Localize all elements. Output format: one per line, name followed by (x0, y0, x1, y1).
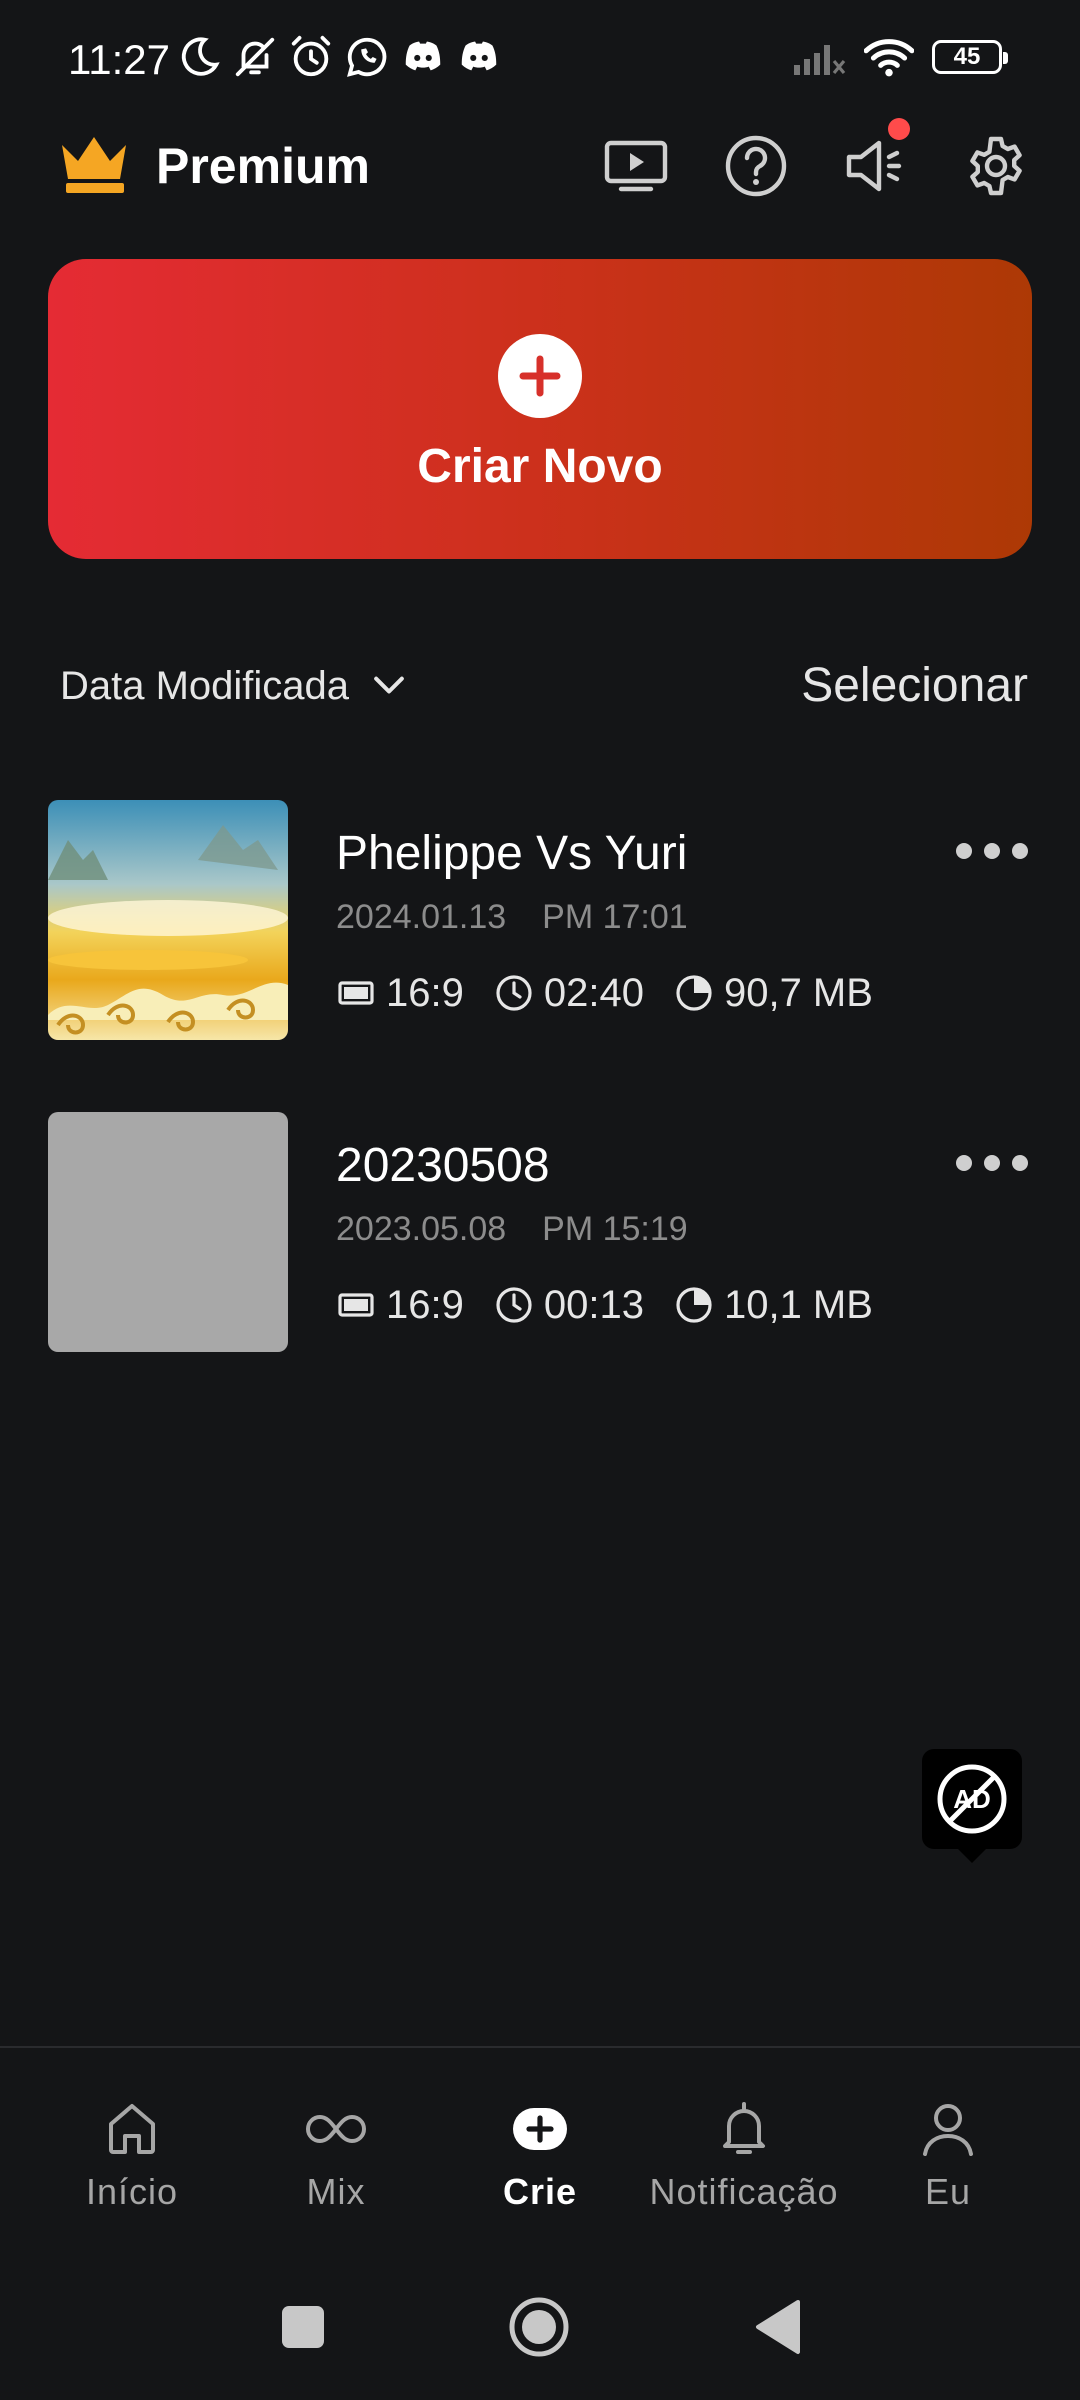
pie-chart-icon (676, 975, 712, 1011)
nav-item-notificacao[interactable]: Notificação (644, 2098, 844, 2214)
duration-value: 02:40 (543, 971, 644, 1015)
more-options-button[interactable] (956, 1148, 1028, 1178)
alarm-icon (291, 35, 331, 77)
project-meta: 16:9 02:40 90,7 MB (336, 968, 903, 1018)
create-new-button[interactable]: Criar Novo (48, 259, 1032, 559)
project-date: 2024.01.13 PM 17:01 (336, 895, 688, 939)
premium-title[interactable]: Premium (156, 136, 370, 196)
project-title: 20230508 (336, 1139, 550, 1192)
aspect-ratio-icon (338, 1293, 374, 1317)
recents-button[interactable] (280, 2304, 326, 2350)
project-date-time: PM 17:01 (542, 898, 688, 936)
nav-label: Eu (924, 2171, 972, 2212)
nav-label: Notificação (649, 2171, 839, 2212)
bell-icon (723, 2102, 765, 2154)
project-thumbnail[interactable] (48, 800, 288, 1040)
project-meta: 16:9 00:13 10,1 MB (336, 1280, 903, 1330)
select-button[interactable]: Selecionar (801, 650, 1028, 722)
announcements-button[interactable] (840, 118, 912, 202)
ad-label: AD (953, 1784, 991, 1814)
bottom-navigation: Início Mix Crie Notificação Eu (0, 2046, 1080, 2228)
project-date-time: PM 15:19 (542, 1210, 688, 1248)
more-dot (1012, 1155, 1028, 1171)
notification-dot (888, 118, 910, 140)
status-time: 11:27 (68, 36, 170, 83)
tutorial-button[interactable] (600, 130, 672, 202)
more-dot (956, 1155, 972, 1171)
no-ads-icon: AD (937, 1764, 1007, 1834)
status-bar: 11:27 45 (0, 0, 1080, 120)
aspect-ratio-icon (338, 981, 374, 1005)
home-icon (109, 2104, 155, 2154)
nav-item-inicio[interactable]: Início (32, 2098, 232, 2214)
bell-off-icon (235, 37, 275, 77)
duration-value: 00:13 (543, 1283, 644, 1327)
duration: 00:13 (494, 1280, 644, 1330)
nav-label: Início (85, 2171, 179, 2212)
aspect-ratio-value: 16:9 (386, 971, 464, 1015)
project-title: Phelippe Vs Yuri (336, 827, 688, 880)
sort-dropdown[interactable]: Data Modificada (60, 650, 411, 722)
person-icon (923, 2104, 973, 2156)
clock-icon (496, 1287, 532, 1323)
help-icon (725, 135, 787, 197)
pie-chart-icon (676, 1287, 712, 1323)
file-size-value: 10,1 MB (723, 1283, 873, 1327)
plus-icon (513, 2108, 567, 2150)
play-screen-icon (604, 140, 668, 192)
project-item[interactable]: 20230508 2023.05.08 PM 15:19 16:9 00:13 1… (0, 1112, 1080, 1352)
home-button[interactable] (508, 2296, 570, 2358)
duration: 02:40 (494, 968, 644, 1018)
signal-icon (794, 45, 846, 75)
aspect-ratio-value: 16:9 (386, 1283, 464, 1327)
clock-icon (496, 975, 532, 1011)
file-size-value: 90,7 MB (723, 971, 873, 1015)
settings-button[interactable] (960, 130, 1032, 202)
status-notification-icons (176, 34, 502, 80)
aspect-ratio: 16:9 (336, 1280, 464, 1330)
project-item[interactable]: Phelippe Vs Yuri 2024.01.13 PM 17:01 16:9… (0, 800, 1080, 1040)
sort-label: Data Modificada (60, 664, 350, 708)
more-options-button[interactable] (956, 836, 1028, 866)
aspect-ratio: 16:9 (336, 968, 464, 1018)
nav-label: Crie (502, 2171, 578, 2212)
crown-icon (62, 137, 126, 193)
battery-icon: 45 (932, 40, 1008, 74)
moon-icon (181, 37, 220, 76)
system-navigation-bar (0, 2226, 1080, 2400)
project-date: 2023.05.08 PM 15:19 (336, 1207, 688, 1251)
chevron-down-icon (374, 676, 404, 694)
wifi-icon (864, 39, 914, 77)
nav-item-eu[interactable]: Eu (848, 2098, 1048, 2214)
help-button[interactable] (720, 130, 792, 202)
gear-icon (970, 136, 1022, 196)
whatsapp-icon (347, 37, 387, 77)
nav-item-crie[interactable]: Crie (440, 2098, 640, 2214)
megaphone-icon (846, 140, 902, 192)
discord-icon (461, 41, 497, 71)
create-new-label: Criar Novo (417, 440, 663, 493)
nav-item-mix[interactable]: Mix (236, 2098, 436, 2214)
screen: 11:27 45 Premium Criar Novo Data Modific… (0, 0, 1080, 2400)
more-dot (984, 843, 1000, 859)
discord-icon (405, 41, 441, 71)
file-size: 10,1 MB (674, 1280, 873, 1330)
more-dot (984, 1155, 1000, 1171)
infinity-icon (306, 2114, 366, 2144)
nav-label: Mix (306, 2171, 366, 2212)
project-date-day: 2023.05.08 (336, 1210, 507, 1248)
status-system-icons: 45 (792, 36, 1008, 78)
more-dot (956, 843, 972, 859)
more-dot (1012, 843, 1028, 859)
back-button[interactable] (752, 2298, 802, 2356)
project-thumbnail[interactable] (48, 1112, 288, 1352)
project-date-day: 2024.01.13 (336, 898, 507, 936)
remove-ads-button[interactable]: AD (922, 1749, 1022, 1863)
plus-circle-icon (498, 334, 582, 418)
file-size: 90,7 MB (674, 968, 873, 1018)
